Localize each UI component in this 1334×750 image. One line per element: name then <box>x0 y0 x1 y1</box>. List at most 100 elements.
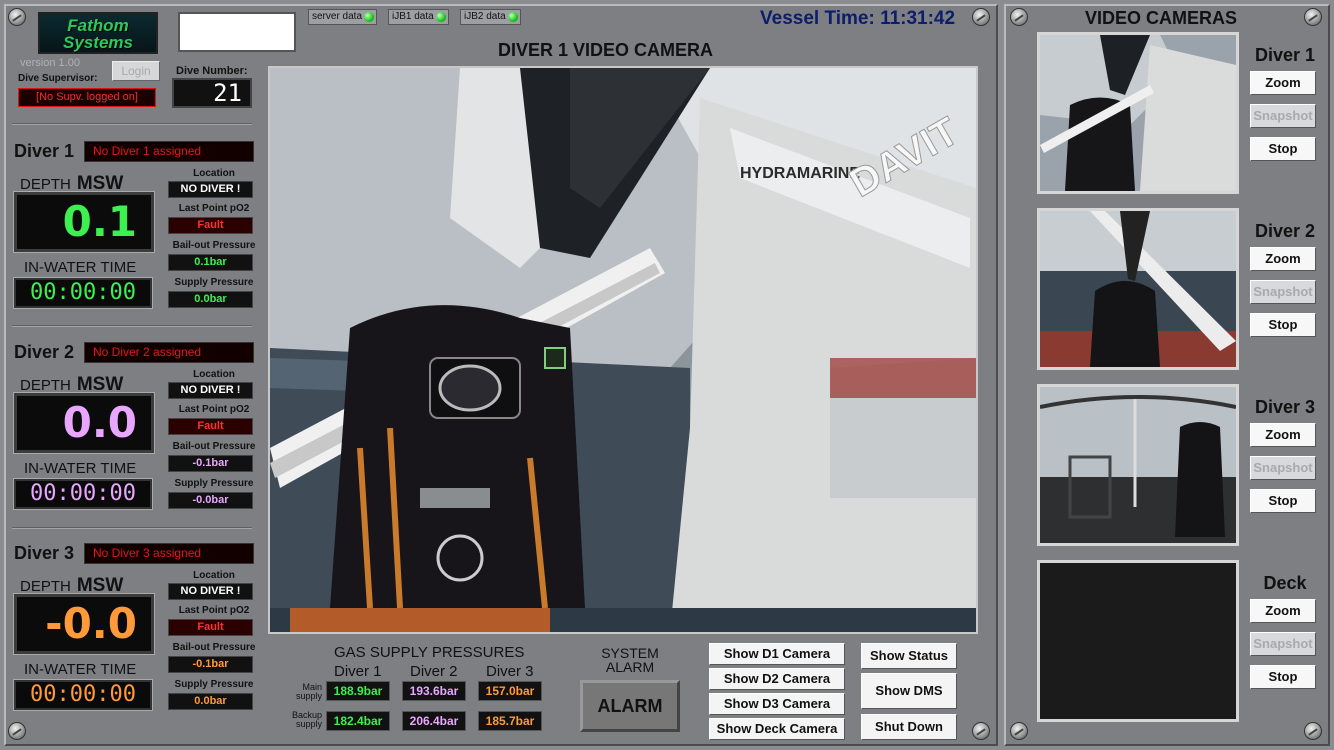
in-water-time-label: IN-WATER TIME <box>24 661 137 678</box>
diver-assignment-status: No Diver 2 assigned <box>84 342 254 363</box>
main-supply-diver-1: 188.9bar <box>326 681 390 701</box>
shut-down-button[interactable]: Shut Down <box>861 714 957 740</box>
dive-number-label: Dive Number: <box>176 65 248 77</box>
camera-thumb-image <box>1040 35 1236 191</box>
diver-1-video-feed[interactable]: HYDRAMARINE DAVIT <box>268 66 978 634</box>
deck-zoom-button[interactable]: Zoom <box>1250 599 1316 623</box>
camera-label-deck: Deck <box>1263 573 1307 593</box>
version-label: version 1.00 <box>20 57 80 69</box>
camera-label-diver-3: Diver 3 <box>1254 397 1316 417</box>
logo-line-2: Systems <box>63 33 133 52</box>
status-led-icon <box>507 12 518 22</box>
screw-icon <box>1010 722 1028 740</box>
diver-name: Diver 3 <box>14 543 75 563</box>
bailout-pressure-value: 0.1bar <box>168 254 253 271</box>
diver-2-zoom-button[interactable]: Zoom <box>1250 247 1316 271</box>
screw-icon <box>972 8 990 26</box>
app-window: Fathom Systems version 1.00 Login Dive S… <box>0 0 1334 750</box>
in-water-time-display: 00:00:00 <box>13 679 153 711</box>
screw-icon <box>1304 8 1322 26</box>
location-value: NO DIVER ! <box>168 382 253 399</box>
diver-1-panel: Diver 1 No Diver 1 assigned DEPTH MSW 0.1… <box>12 141 260 331</box>
bailout-pressure-label: Bail-out Pressure <box>172 642 256 653</box>
bailout-pressure-label: Bail-out Pressure <box>172 240 256 251</box>
diver-3-zoom-button[interactable]: Zoom <box>1250 423 1316 447</box>
screw-icon <box>1304 722 1322 740</box>
depth-display: 0.1 <box>13 191 155 253</box>
show-d2-camera-button[interactable]: Show D2 Camera <box>709 668 845 690</box>
show-d1-camera-button[interactable]: Show D1 Camera <box>709 643 845 665</box>
last-po2-label: Last Point pO2 <box>178 605 250 616</box>
backup-supply-diver-2: 206.4bar <box>402 711 466 731</box>
diver-3-camera-thumbnail[interactable] <box>1037 384 1239 546</box>
location-label: Location <box>193 369 235 380</box>
depth-unit: MSW <box>76 575 124 596</box>
backup-supply-label: Backup supply <box>291 710 322 729</box>
supply-pressure-value: 0.0bar <box>168 693 253 710</box>
in-water-time-label: IN-WATER TIME <box>24 460 137 477</box>
depth-unit: MSW <box>76 173 124 194</box>
last-po2-value: Fault <box>168 619 253 636</box>
screw-icon <box>8 8 26 26</box>
main-supply-label: Main supply <box>295 682 322 701</box>
depth-unit: MSW <box>76 374 124 395</box>
show-d3-camera-button[interactable]: Show D3 Camera <box>709 693 845 715</box>
screw-icon <box>972 722 990 740</box>
bailout-pressure-label: Bail-out Pressure <box>172 441 256 452</box>
server-data-indicator: server data <box>308 9 378 25</box>
divider <box>12 123 252 125</box>
diver-2-stop-button[interactable]: Stop <box>1250 313 1316 337</box>
show-deck-camera-button[interactable]: Show Deck Camera <box>709 718 845 740</box>
main-supply-diver-2: 193.6bar <box>402 681 466 701</box>
diver-3-panel: Diver 3 No Diver 3 assigned DEPTH MSW -0.… <box>12 543 260 733</box>
supply-pressure-value: 0.0bar <box>168 291 253 308</box>
location-label: Location <box>193 570 235 581</box>
camera-thumb-image <box>1040 211 1236 367</box>
login-button[interactable]: Login <box>112 61 160 81</box>
diver-3-snapshot-button[interactable]: Snapshot <box>1250 456 1316 480</box>
diver-assignment-status: No Diver 1 assigned <box>84 141 254 162</box>
in-water-time-label: IN-WATER TIME <box>24 259 137 276</box>
gas-column-diver-1: Diver 1 <box>334 663 382 680</box>
diver-1-snapshot-button[interactable]: Snapshot <box>1250 104 1316 128</box>
dive-supervisor-label: Dive Supervisor: <box>18 73 98 84</box>
alarm-button[interactable]: ALARM <box>580 680 680 732</box>
show-status-button[interactable]: Show Status <box>861 643 957 669</box>
deck-stop-button[interactable]: Stop <box>1250 665 1316 689</box>
diver-1-zoom-button[interactable]: Zoom <box>1250 71 1316 95</box>
diver-1-camera-thumbnail[interactable] <box>1037 32 1239 194</box>
screw-icon <box>1010 8 1028 26</box>
diver-name: Diver 1 <box>14 141 75 161</box>
diver-2-panel: Diver 2 No Diver 2 assigned DEPTH MSW 0.0… <box>12 342 260 532</box>
location-value: NO DIVER ! <box>168 583 253 600</box>
camera-thumb-image <box>1040 387 1236 543</box>
show-dms-button[interactable]: Show DMS <box>861 673 957 709</box>
supply-pressure-label: Supply Pressure <box>174 277 254 288</box>
diver-name: Diver 2 <box>14 342 75 362</box>
deck-camera-thumbnail[interactable] <box>1037 560 1239 722</box>
location-label: Location <box>193 168 235 179</box>
fathom-systems-logo: Fathom Systems <box>38 12 158 54</box>
diver-3-stop-button[interactable]: Stop <box>1250 489 1316 513</box>
location-value: NO DIVER ! <box>168 181 253 198</box>
dive-supervisor-status: [No Supv. logged on] <box>18 88 156 107</box>
diver-2-snapshot-button[interactable]: Snapshot <box>1250 280 1316 304</box>
gas-supply-panel: GAS SUPPLY PRESSURES Diver 1 Diver 2 Div… <box>268 641 558 741</box>
vessel-time-value: 11:31:42 <box>880 8 956 29</box>
backup-supply-diver-3: 185.7bar <box>478 711 542 731</box>
gas-column-diver-3: Diver 3 <box>486 663 534 680</box>
supply-pressure-label: Supply Pressure <box>174 679 254 690</box>
dive-number-display: 21 <box>172 78 252 108</box>
gas-column-diver-2: Diver 2 <box>410 663 458 680</box>
in-water-time-display: 00:00:00 <box>13 277 153 309</box>
in-water-time-display: 00:00:00 <box>13 478 153 510</box>
status-led-icon <box>435 12 446 22</box>
diver-1-stop-button[interactable]: Stop <box>1250 137 1316 161</box>
bailout-pressure-value: -0.1bar <box>168 455 253 472</box>
last-po2-label: Last Point pO2 <box>178 203 250 214</box>
system-alarm-title: SYSTEM ALARM <box>601 645 659 675</box>
diver-2-camera-thumbnail[interactable] <box>1037 208 1239 370</box>
bailout-pressure-value: -0.1bar <box>168 656 253 673</box>
depth-display: -0.0 <box>13 593 155 655</box>
deck-snapshot-button[interactable]: Snapshot <box>1250 632 1316 656</box>
